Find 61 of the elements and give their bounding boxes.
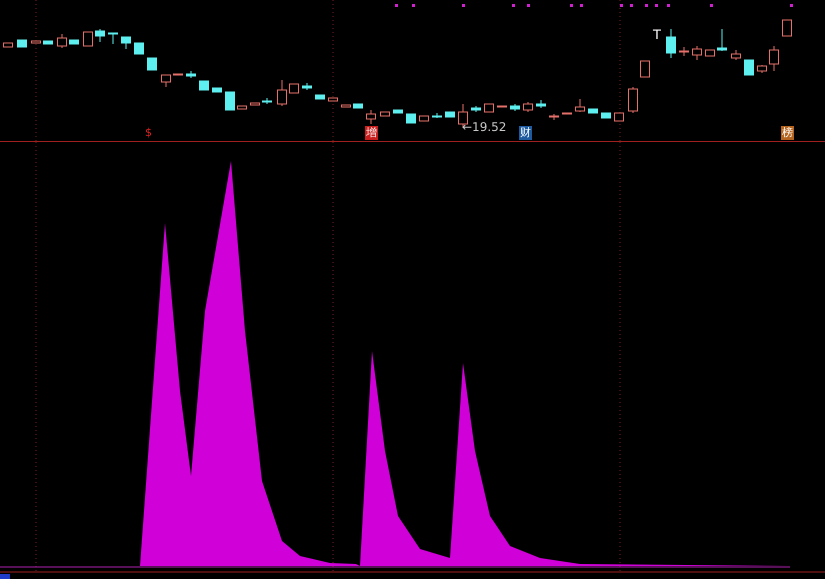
candle	[782, 20, 792, 36]
candle	[199, 80, 209, 90]
candle	[69, 40, 79, 44]
candle	[575, 98, 585, 112]
candle	[380, 112, 390, 116]
candle	[419, 116, 429, 122]
candle	[134, 42, 144, 54]
panel-toggle-icon[interactable]	[0, 574, 10, 579]
candle	[484, 104, 494, 112]
candle	[43, 40, 53, 44]
candle	[315, 94, 325, 100]
candle	[83, 32, 93, 46]
candle	[341, 104, 351, 108]
candle	[3, 42, 13, 48]
candle	[744, 60, 754, 76]
candle	[432, 112, 442, 118]
candle	[121, 36, 131, 50]
candle	[57, 34, 67, 48]
candle	[628, 86, 638, 114]
event-label: $	[144, 126, 153, 140]
candle	[406, 114, 416, 124]
candle	[250, 102, 260, 106]
candle	[262, 98, 272, 104]
candle	[237, 106, 247, 110]
candle	[95, 28, 105, 42]
candle	[393, 110, 403, 114]
candle	[31, 40, 41, 44]
candle	[717, 28, 727, 52]
candle	[445, 112, 455, 118]
event-badge: 增	[365, 126, 378, 140]
candle	[640, 60, 650, 78]
candle	[536, 100, 546, 108]
candle	[614, 112, 624, 122]
candle	[225, 92, 235, 110]
signal-marker: T	[653, 29, 661, 42]
event-badge: 财	[519, 126, 532, 140]
candle	[523, 102, 533, 112]
candle	[769, 46, 779, 72]
candle	[277, 80, 287, 106]
candle	[705, 50, 715, 56]
candle	[161, 74, 171, 88]
candle	[679, 46, 689, 56]
candle	[147, 58, 157, 70]
candle	[588, 108, 598, 114]
low-price-label: ←19.52	[462, 121, 506, 133]
candle	[366, 110, 376, 124]
candle	[471, 106, 481, 112]
candle	[17, 40, 27, 48]
candle	[108, 32, 118, 44]
event-badge: 榜	[781, 126, 794, 140]
candle	[302, 82, 312, 90]
candle	[601, 112, 611, 118]
candle	[692, 46, 702, 60]
candle	[353, 104, 363, 108]
candle	[212, 88, 222, 92]
candle	[731, 50, 741, 60]
candle	[328, 98, 338, 102]
candle	[757, 64, 767, 74]
candle	[666, 28, 676, 58]
candle	[289, 84, 299, 94]
candle	[510, 104, 520, 112]
